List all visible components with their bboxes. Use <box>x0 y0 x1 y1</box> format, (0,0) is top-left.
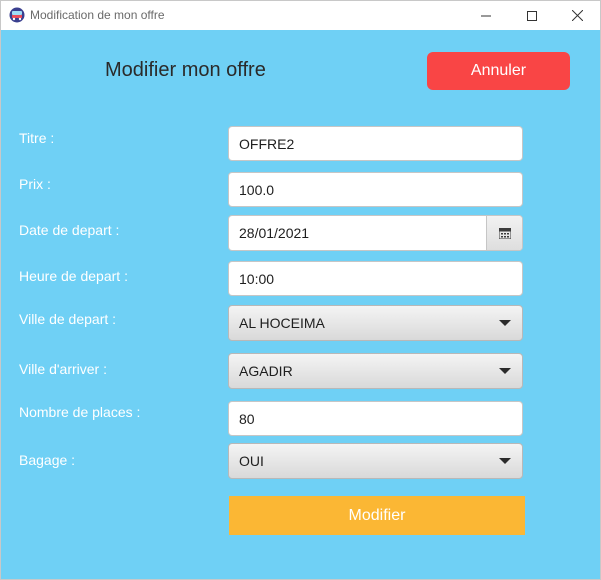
page-title: Modifier mon offre <box>105 59 266 81</box>
date-depart-input[interactable]: 28/01/2021 <box>229 216 486 250</box>
heure-depart-label: Heure de depart : <box>19 268 128 284</box>
date-depart-picker[interactable]: 28/01/2021 <box>228 215 523 251</box>
close-button[interactable] <box>554 1 600 30</box>
chevron-down-icon <box>499 320 511 326</box>
maximize-button[interactable] <box>509 1 555 30</box>
window-title: Modification de mon offre <box>30 8 165 22</box>
nombre-places-input[interactable]: 80 <box>228 401 523 436</box>
modify-button[interactable]: Modifier <box>229 496 525 535</box>
bagage-label: Bagage : <box>19 452 76 468</box>
ville-arriver-value: AGADIR <box>239 363 293 379</box>
bagage-select[interactable]: OUI <box>228 443 523 479</box>
chevron-down-icon <box>499 458 511 464</box>
chevron-down-icon <box>499 368 511 374</box>
titre-label: Titre : <box>19 130 55 146</box>
bagage-value: OUI <box>239 453 264 469</box>
titre-input[interactable]: OFFRE2 <box>228 126 523 161</box>
app-window: Modification de mon offre Modifier mon o… <box>0 0 601 580</box>
date-depart-label: Date de depart : <box>19 222 120 238</box>
bus-icon <box>9 7 25 23</box>
calendar-icon <box>498 227 511 239</box>
ville-arriver-select[interactable]: AGADIR <box>228 353 523 389</box>
minimize-button[interactable] <box>463 1 509 30</box>
nombre-places-label: Nombre de places : <box>19 404 141 420</box>
minimize-icon <box>481 15 491 16</box>
ville-depart-value: AL HOCEIMA <box>239 315 325 331</box>
ville-depart-select[interactable]: AL HOCEIMA <box>228 305 523 341</box>
close-icon <box>571 10 583 21</box>
prix-input[interactable]: 100.0 <box>228 172 523 207</box>
title-bar: Modification de mon offre <box>1 1 600 30</box>
prix-label: Prix : <box>19 176 51 192</box>
date-picker-button[interactable] <box>486 216 522 250</box>
ville-arriver-label: Ville d'arriver : <box>19 361 107 377</box>
maximize-icon <box>527 10 537 21</box>
heure-depart-input[interactable]: 10:00 <box>228 261 523 296</box>
ville-depart-label: Ville de depart : <box>19 311 117 327</box>
form-panel: Modifier mon offre Annuler Titre : OFFRE… <box>1 30 600 579</box>
cancel-button[interactable]: Annuler <box>427 52 570 90</box>
